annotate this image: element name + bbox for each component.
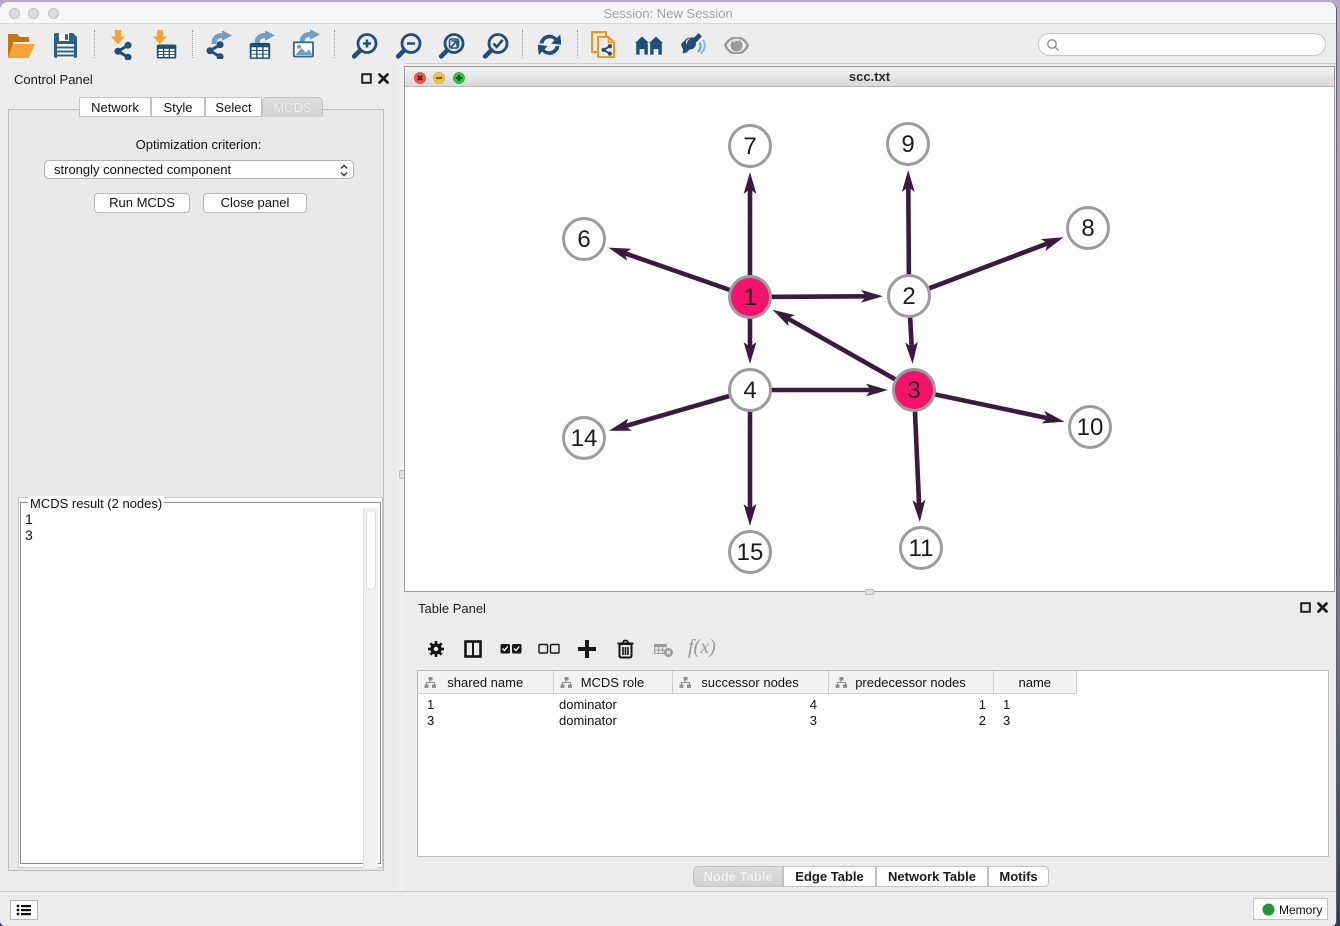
svg-text:4: 4: [743, 377, 756, 404]
svg-text:2: 2: [902, 283, 915, 310]
svg-text:6: 6: [577, 226, 590, 253]
svg-text:9: 9: [901, 131, 914, 158]
svg-text:1: 1: [743, 284, 756, 311]
svg-text:15: 15: [737, 539, 764, 566]
svg-text:7: 7: [743, 133, 756, 160]
svg-text:3: 3: [907, 377, 920, 404]
svg-text:8: 8: [1081, 215, 1094, 242]
svg-text:14: 14: [571, 425, 598, 452]
svg-text:10: 10: [1077, 414, 1104, 441]
svg-text:11: 11: [909, 535, 934, 562]
